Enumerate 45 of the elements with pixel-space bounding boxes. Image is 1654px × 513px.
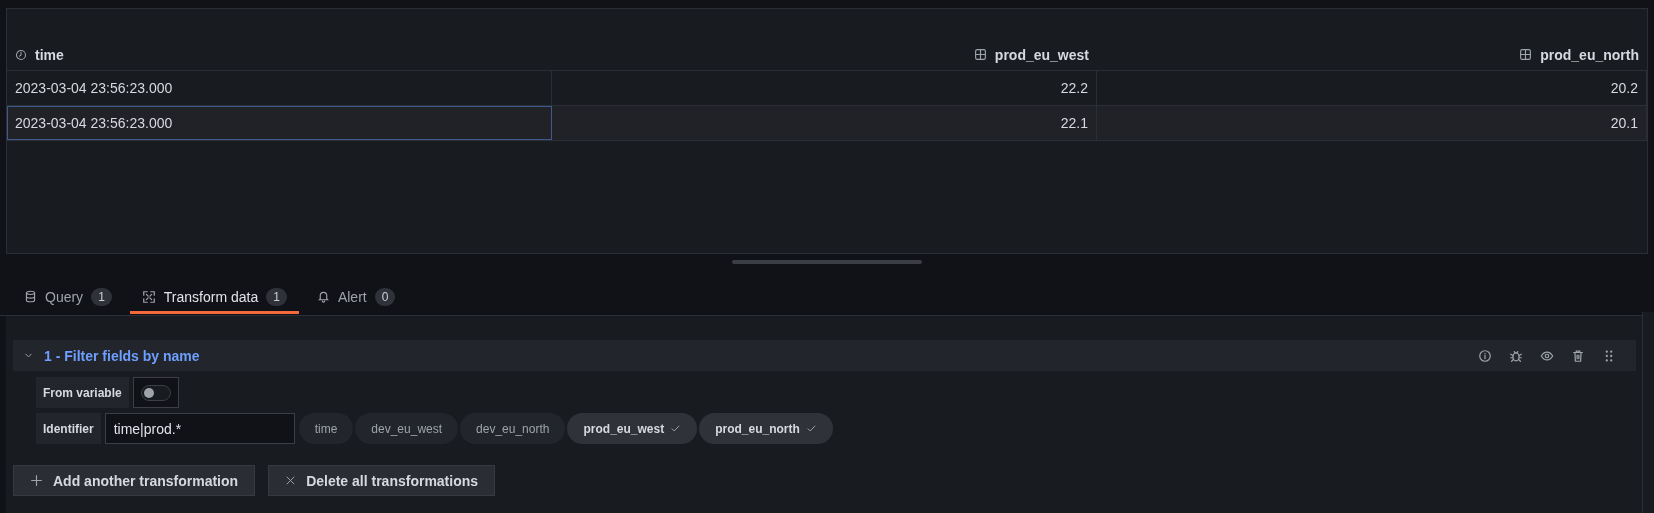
tab[interactable]: Alert 0 xyxy=(304,282,408,314)
action-button[interactable]: Add another transformation xyxy=(13,465,256,496)
grid-icon xyxy=(973,48,987,61)
field-chip[interactable]: dev_eu_west xyxy=(355,413,459,444)
column-header[interactable]: time xyxy=(35,46,64,63)
table-row[interactable]: 2023-03-04 23:56:23.000 22.1 20.1 xyxy=(7,106,1647,141)
table-cell: 20.1 xyxy=(1610,115,1638,131)
clock-icon xyxy=(15,48,27,61)
table-cell: 2023-03-04 23:56:23.000 xyxy=(15,115,173,131)
table-cell: 22.2 xyxy=(1060,80,1088,96)
transform-icon xyxy=(141,289,156,304)
close-icon xyxy=(285,475,297,486)
table-row[interactable]: 2023-03-04 23:56:23.000 22.2 20.2 xyxy=(7,71,1647,106)
resize-handle[interactable] xyxy=(732,260,922,264)
check-icon xyxy=(805,423,817,434)
check-icon xyxy=(670,423,682,434)
field-chip[interactable]: time xyxy=(298,413,354,444)
count-badge: 0 xyxy=(374,287,396,306)
identifier-input[interactable]: time|prod.* xyxy=(104,413,295,444)
tab[interactable]: Query 1 xyxy=(12,282,124,314)
table-cell: 20.2 xyxy=(1610,80,1638,96)
scrollbar[interactable] xyxy=(1642,312,1654,513)
action-button[interactable]: Delete all transformations xyxy=(268,465,496,496)
table-cell: 2023-03-04 23:56:23.000 xyxy=(15,80,173,96)
field-label: Identifier xyxy=(36,413,101,444)
bell-icon xyxy=(316,290,330,303)
transformation-title[interactable]: 1 - Filter fields by name xyxy=(44,347,1468,364)
eye-icon xyxy=(1540,348,1554,363)
database-icon xyxy=(24,290,37,303)
field-label: From variable xyxy=(36,377,129,408)
field-chip[interactable]: prod_eu_north xyxy=(699,413,833,444)
transformation-header[interactable]: 1 - Filter fields by name xyxy=(13,340,1636,371)
count-badge: 1 xyxy=(91,287,112,306)
trash-icon xyxy=(1571,348,1585,363)
column-header[interactable]: prod_eu_west xyxy=(994,46,1089,63)
column-header[interactable]: prod_eu_north xyxy=(1540,46,1639,63)
field-chip[interactable]: dev_eu_north xyxy=(460,413,566,444)
field-chip[interactable]: prod_eu_west xyxy=(567,413,698,444)
bug-icon xyxy=(1509,348,1523,363)
plus-icon xyxy=(30,474,43,487)
table-cell: 22.1 xyxy=(1060,115,1088,131)
grid-icon xyxy=(1519,48,1533,61)
info-icon xyxy=(1478,348,1492,363)
toggle-switch[interactable] xyxy=(140,384,171,401)
count-badge: 1 xyxy=(266,287,287,306)
